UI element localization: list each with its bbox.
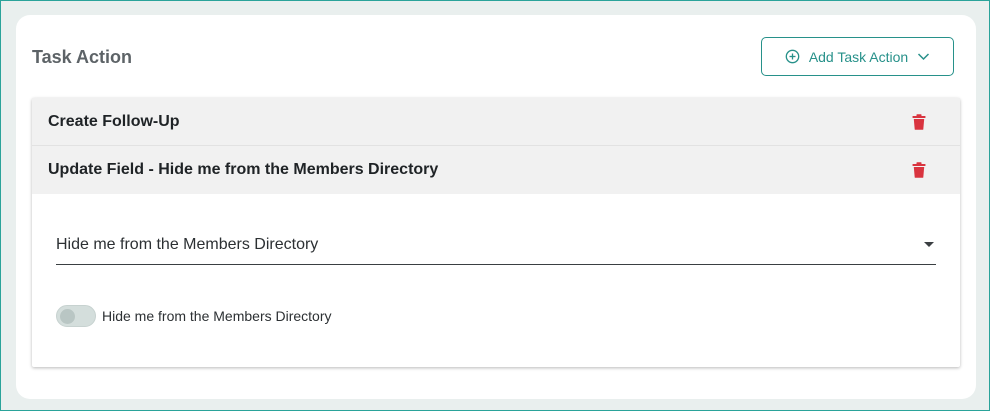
toggle-knob: [60, 309, 75, 324]
hide-directory-toggle-row: Hide me from the Members Directory: [56, 305, 332, 327]
app-frame: Task Action Add Task Action Create Follo…: [0, 0, 990, 411]
hide-directory-toggle-label: Hide me from the Members Directory: [102, 308, 332, 324]
add-task-action-button[interactable]: Add Task Action: [761, 37, 954, 76]
plus-circle-icon: [785, 49, 800, 64]
task-action-card: Task Action Add Task Action Create Follo…: [16, 15, 976, 399]
chevron-down-icon: [917, 52, 930, 61]
field-select-value: Hide me from the Members Directory: [56, 236, 319, 253]
task-action-label: Update Field - Hide me from the Members …: [48, 161, 439, 178]
task-action-label: Create Follow-Up: [48, 112, 180, 130]
task-action-item-update-field[interactable]: Update Field - Hide me from the Members …: [32, 146, 960, 194]
field-select[interactable]: Hide me from the Members Directory: [56, 226, 936, 265]
caret-down-icon: [924, 242, 934, 247]
trash-icon[interactable]: [912, 114, 926, 130]
trash-icon[interactable]: [912, 162, 926, 178]
hide-directory-toggle[interactable]: [56, 305, 96, 327]
add-task-action-label: Add Task Action: [808, 48, 909, 65]
task-action-list: Create Follow-Up Update Field - Hide me …: [32, 98, 960, 367]
section-title: Task Action: [32, 47, 133, 67]
task-action-item-create-follow-up[interactable]: Create Follow-Up: [32, 98, 960, 146]
